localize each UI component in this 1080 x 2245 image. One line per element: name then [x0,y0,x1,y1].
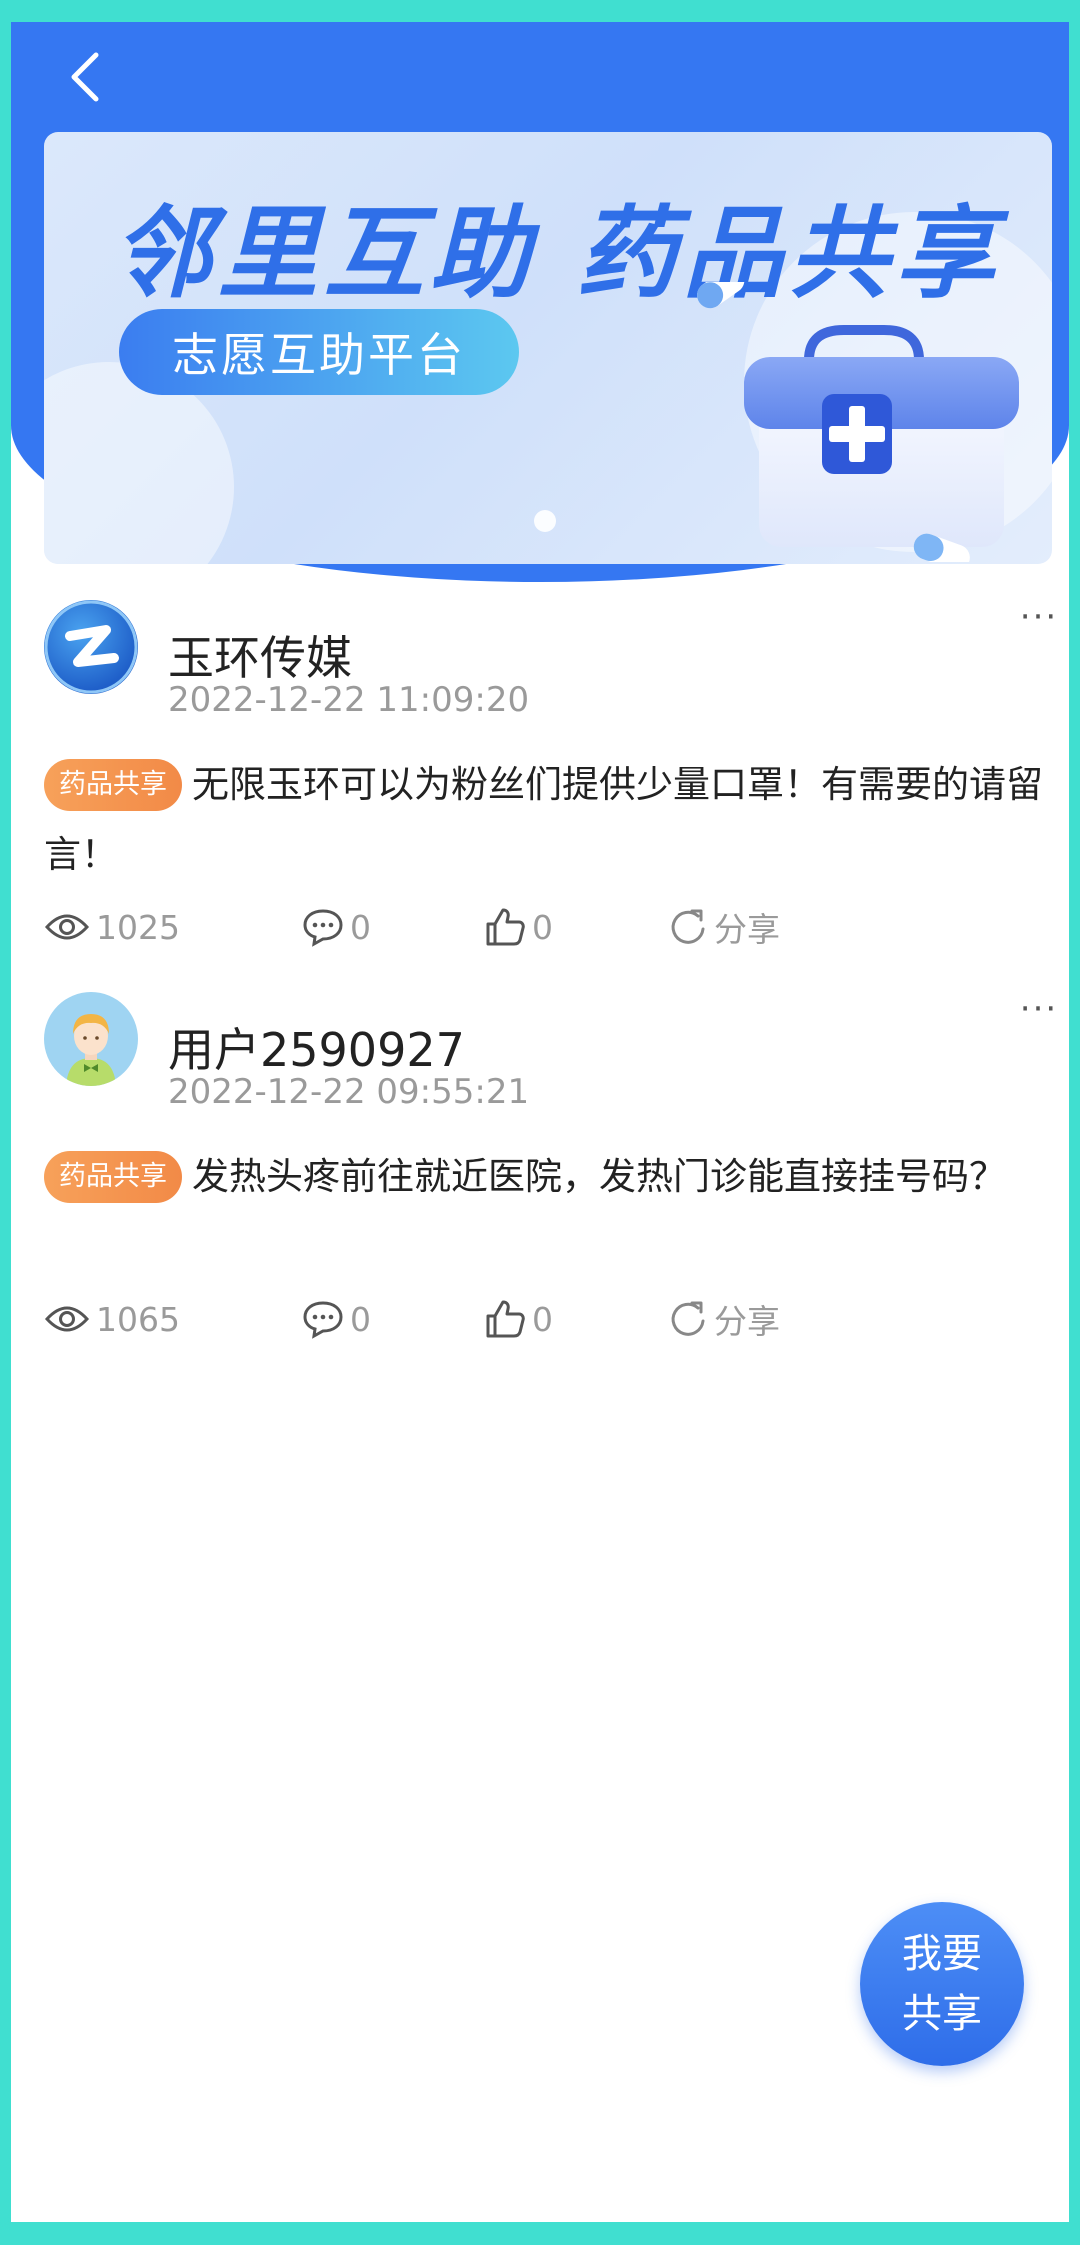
fab-label-line2: 共享 [902,1991,982,2037]
share-icon [671,909,705,944]
post-content[interactable]: 药品共享 发热头疼前往就近医院，发热门诊能直接挂号码？ [44,1142,1044,1212]
eye-icon [44,1306,90,1332]
like-count: 0 [532,1299,553,1339]
share-fab-button[interactable]: 我要 共享 [860,1902,1024,2066]
post-stats: 1025 0 0 分享 [44,902,1044,952]
user-avatar-icon [66,1014,116,1086]
view-count-value: 1065 [96,1299,180,1339]
view-count: 1065 [44,1294,180,1344]
fab-label-line1: 我要 [902,1931,982,1977]
more-options-button[interactable]: ··· [1011,989,1067,1029]
post-text: 发热头疼前往就近医院，发热门诊能直接挂号码？ [192,1155,1006,1198]
comment-icon [303,1301,343,1339]
avatar[interactable] [44,992,138,1086]
brand-logo-icon [44,600,138,694]
back-button[interactable] [51,42,121,112]
comment-count: 0 [350,907,371,947]
post-timestamp: 2022-12-22 09:55:21 [168,1072,530,1112]
screen: 邻里互助 药品共享 志愿互助平台 玉环传媒 2022-12-22 11:09:2… [11,22,1069,2222]
thumbs-up-icon [486,1300,525,1338]
avatar[interactable] [44,600,138,694]
post-author[interactable]: 玉环传媒 [168,622,352,688]
post-stats: 1065 0 0 分享 [44,1294,1044,1344]
eye-icon [44,914,90,940]
comment-count: 0 [350,1299,371,1339]
share-icon [671,1301,705,1336]
comment-button[interactable]: 0 [302,1294,371,1344]
share-label: 分享 [714,910,780,949]
comment-icon [303,909,343,947]
share-button[interactable]: 分享 [668,1294,780,1344]
post-text: 无限玉环可以为粉丝们提供少量口罩！有需要的请留言！ [44,763,1043,876]
post-content[interactable]: 药品共享 无限玉环可以为粉丝们提供少量口罩！有需要的请留言！ [44,750,1044,890]
category-tag: 药品共享 [44,759,182,811]
banner-subtitle: 志愿互助平台 [119,309,519,395]
like-count: 0 [532,907,553,947]
more-options-button[interactable]: ··· [1011,597,1067,637]
thumbs-up-icon [486,908,525,946]
share-label: 分享 [714,1302,780,1341]
like-button[interactable]: 0 [484,902,553,952]
post-timestamp: 2022-12-22 11:09:20 [168,680,530,720]
like-button[interactable]: 0 [484,1294,553,1344]
view-count-value: 1025 [96,907,180,947]
chevron-left-icon [71,52,99,102]
medical-kit-illustration [697,282,1019,562]
comment-button[interactable]: 0 [302,902,371,952]
banner-decoration [534,510,556,532]
share-button[interactable]: 分享 [668,902,780,952]
post-author[interactable]: 用户2590927 [168,1014,465,1080]
banner[interactable]: 邻里互助 药品共享 志愿互助平台 [44,132,1052,564]
view-count: 1025 [44,902,180,952]
category-tag: 药品共享 [44,1151,182,1203]
